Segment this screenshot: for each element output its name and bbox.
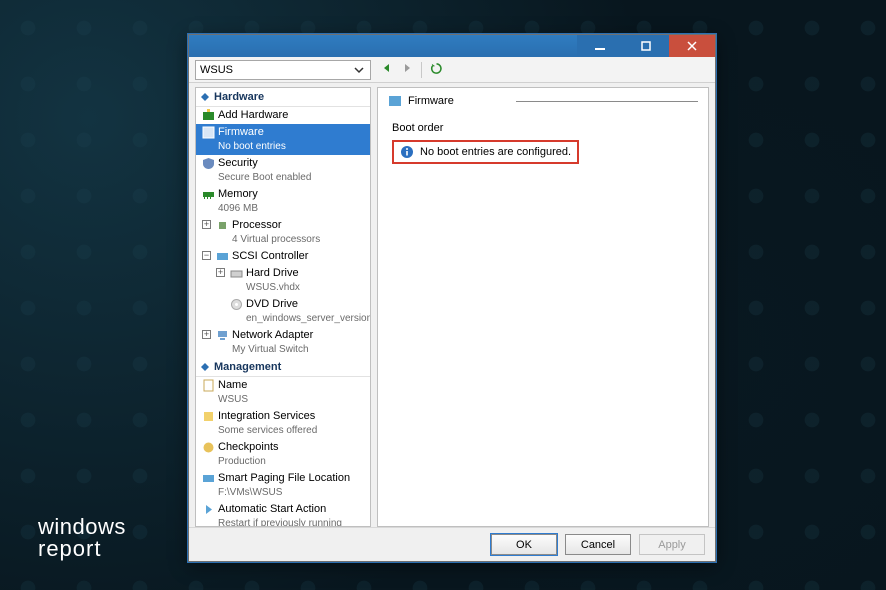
firmware-icon [202,126,215,139]
maximize-button[interactable] [623,35,669,57]
boot-order-label: Boot order [392,122,694,134]
separator [421,62,422,78]
expand-processor[interactable]: + [202,220,211,229]
tree-integration[interactable]: Integration Services Some services offer… [196,408,370,439]
add-hardware-icon [202,109,215,122]
nav-buttons [381,62,443,78]
chevron-down-icon [352,63,366,77]
memory-icon [202,188,215,201]
scsi-icon [216,250,229,263]
tree-processor[interactable]: + Processor 4 Virtual processors [196,217,370,248]
processor-icon [216,219,229,232]
detail-title-row: Firmware [388,94,698,112]
collapse-scsi[interactable]: − [202,251,211,260]
vm-selector[interactable]: WSUS [195,60,371,80]
paging-icon [202,472,215,485]
network-icon [216,329,229,342]
section-hardware: Hardware [196,88,370,107]
titlebar [189,35,715,57]
apply-button: Apply [639,534,705,555]
nav-back-button[interactable] [381,62,393,77]
ok-button[interactable]: OK [491,534,557,555]
dvd-icon [230,298,243,311]
expand-network[interactable]: + [202,330,211,339]
tree-name[interactable]: Name WSUS [196,377,370,408]
tree-auto-start[interactable]: Automatic Start Action Restart if previo… [196,501,370,527]
tree-security[interactable]: Security Secure Boot enabled [196,155,370,186]
name-icon [202,379,215,392]
tree-network[interactable]: + Network Adapter My Virtual Switch [196,327,370,358]
detail-pane: Firmware Boot order No boot entries are … [377,87,709,527]
integration-icon [202,410,215,423]
firmware-icon [388,94,402,108]
expand-harddrive[interactable]: + [216,268,225,277]
tree-scsi[interactable]: − SCSI Controller [196,248,370,265]
refresh-button[interactable] [430,62,443,78]
auto-start-icon [202,503,215,516]
dialog-body: Hardware Add Hardware Firmware No boot e… [189,83,715,527]
boot-order-text: No boot entries are configured. [420,146,571,158]
settings-dialog: WSUS Hardware Add Hardware Firmware No b… [188,34,716,562]
tree-checkpoints[interactable]: Checkpoints Production [196,439,370,470]
tree-firmware[interactable]: Firmware No boot entries [196,124,370,155]
tree-memory[interactable]: Memory 4096 MB [196,186,370,217]
watermark-line1: windows [38,516,126,538]
checkpoint-icon [202,441,215,454]
title-underline [516,101,698,102]
collapse-icon [200,362,210,372]
hard-drive-icon [230,267,243,280]
dialog-footer: OK Cancel Apply [189,527,715,561]
vm-selector-label: WSUS [200,64,233,76]
boot-order-message: No boot entries are configured. [392,140,579,164]
toolbar: WSUS [189,57,715,83]
minimize-button[interactable] [577,35,623,57]
tree-dvd[interactable]: DVD Drive en_windows_server_version_... [196,296,370,327]
watermark: windows report [38,516,126,560]
shield-icon [202,157,215,170]
section-management: Management [196,358,370,377]
tree-hard-drive[interactable]: + Hard Drive WSUS.vhdx [196,265,370,296]
tree-paging-location[interactable]: Smart Paging File Location F:\VMs\WSUS [196,470,370,501]
close-button[interactable] [669,35,715,57]
info-icon [400,145,414,159]
settings-tree[interactable]: Hardware Add Hardware Firmware No boot e… [195,87,371,527]
tree-add-hardware[interactable]: Add Hardware [196,107,370,124]
nav-forward-button [401,62,413,77]
detail-title: Firmware [408,95,454,107]
collapse-icon [200,92,210,102]
cancel-button[interactable]: Cancel [565,534,631,555]
detail-body: Boot order No boot entries are configure… [388,112,698,164]
watermark-line2: report [38,538,126,560]
